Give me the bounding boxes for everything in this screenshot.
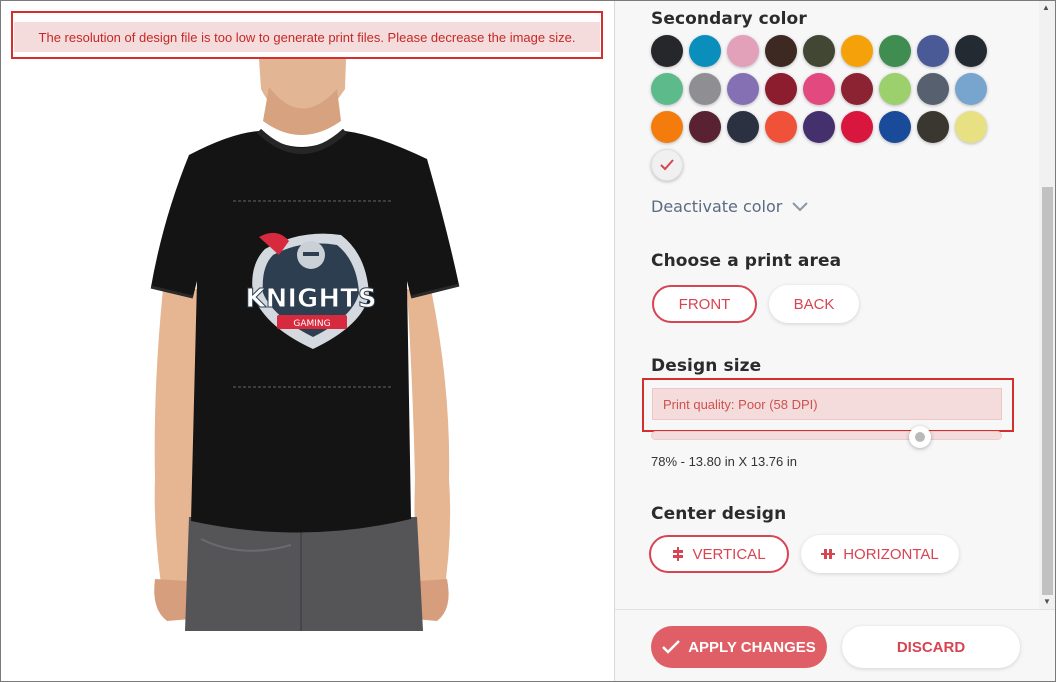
- design-size-title: Design size: [651, 356, 762, 376]
- action-footer: APPLY CHANGES DISCARD: [615, 609, 1055, 681]
- color-swatch[interactable]: [765, 111, 797, 143]
- scrollbar-thumb[interactable]: [1042, 187, 1053, 595]
- color-swatch[interactable]: [689, 35, 721, 67]
- front-button[interactable]: FRONT: [652, 285, 757, 323]
- design-size-readout: 78% - 13.80 in X 13.76 in: [651, 454, 797, 469]
- color-swatch[interactable]: [651, 35, 683, 67]
- resolution-error-message: The resolution of design file is too low…: [14, 22, 600, 52]
- color-swatch[interactable]: [879, 73, 911, 105]
- color-swatch[interactable]: [803, 73, 835, 105]
- product-preview: The resolution of design file is too low…: [1, 1, 615, 681]
- logo-wordmark: KNIGHTS: [245, 284, 376, 314]
- discard-button[interactable]: DISCARD: [842, 626, 1020, 668]
- secondary-color-title: Secondary color: [651, 9, 807, 29]
- design-size-slider[interactable]: [651, 431, 1002, 440]
- apply-changes-button[interactable]: APPLY CHANGES: [651, 626, 827, 668]
- settings-panel[interactable]: Secondary color Deactivate color Choose …: [615, 1, 1039, 609]
- tshirt-mockup-image: KNIGHTS GAMING: [150, 59, 460, 631]
- color-swatch[interactable]: [727, 111, 759, 143]
- center-vertical-button[interactable]: VERTICAL: [649, 535, 789, 573]
- deactivate-color-label: Deactivate color: [651, 197, 783, 216]
- color-swatch[interactable]: [841, 111, 873, 143]
- color-swatch[interactable]: [917, 111, 949, 143]
- color-swatch[interactable]: [955, 111, 987, 143]
- color-swatch[interactable]: [689, 73, 721, 105]
- check-icon: [660, 159, 674, 171]
- scroll-up-arrow-icon[interactable]: ▲: [1042, 3, 1050, 12]
- color-swatch[interactable]: [803, 111, 835, 143]
- back-button[interactable]: BACK: [769, 285, 859, 323]
- color-swatch[interactable]: [765, 73, 797, 105]
- slider-handle[interactable]: [909, 426, 931, 448]
- color-swatch[interactable]: [765, 35, 797, 67]
- product-editor-window: The resolution of design file is too low…: [0, 0, 1056, 682]
- center-horizontal-button[interactable]: HORIZONTAL: [801, 535, 959, 573]
- color-swatch[interactable]: [841, 73, 873, 105]
- center-design-title: Center design: [651, 504, 787, 524]
- color-swatch[interactable]: [841, 35, 873, 67]
- color-swatch[interactable]: [879, 111, 911, 143]
- color-swatch[interactable]: [955, 35, 987, 67]
- color-swatch[interactable]: [689, 111, 721, 143]
- color-swatch[interactable]: [955, 73, 987, 105]
- color-swatch[interactable]: [727, 73, 759, 105]
- center-horizontal-label: HORIZONTAL: [843, 545, 939, 563]
- swatch-selected[interactable]: [651, 149, 683, 181]
- align-horizontal-center-icon: [821, 549, 836, 559]
- print-quality-warning: Print quality: Poor (58 DPI): [652, 388, 1002, 420]
- color-swatch[interactable]: [651, 73, 683, 105]
- color-swatch[interactable]: [917, 73, 949, 105]
- chevron-down-icon: [792, 201, 809, 211]
- scroll-down-arrow-icon[interactable]: ▼: [1043, 597, 1051, 606]
- center-vertical-label: VERTICAL: [692, 545, 766, 563]
- apply-changes-label: APPLY CHANGES: [688, 638, 816, 656]
- color-swatch[interactable]: [879, 35, 911, 67]
- slider-handle-dot: [915, 432, 925, 442]
- color-swatch[interactable]: [803, 35, 835, 67]
- logo-subtitle: GAMING: [293, 319, 330, 329]
- color-swatch[interactable]: [651, 111, 683, 143]
- align-vertical-center-icon: [673, 547, 684, 561]
- check-icon: [662, 640, 681, 654]
- color-swatch[interactable]: [917, 35, 949, 67]
- error-highlight-box: The resolution of design file is too low…: [11, 11, 603, 59]
- deactivate-color-toggle[interactable]: Deactivate color: [651, 197, 809, 216]
- color-swatch[interactable]: [727, 35, 759, 67]
- print-area-title: Choose a print area: [651, 251, 842, 271]
- quality-highlight-box: Print quality: Poor (58 DPI): [642, 378, 1014, 432]
